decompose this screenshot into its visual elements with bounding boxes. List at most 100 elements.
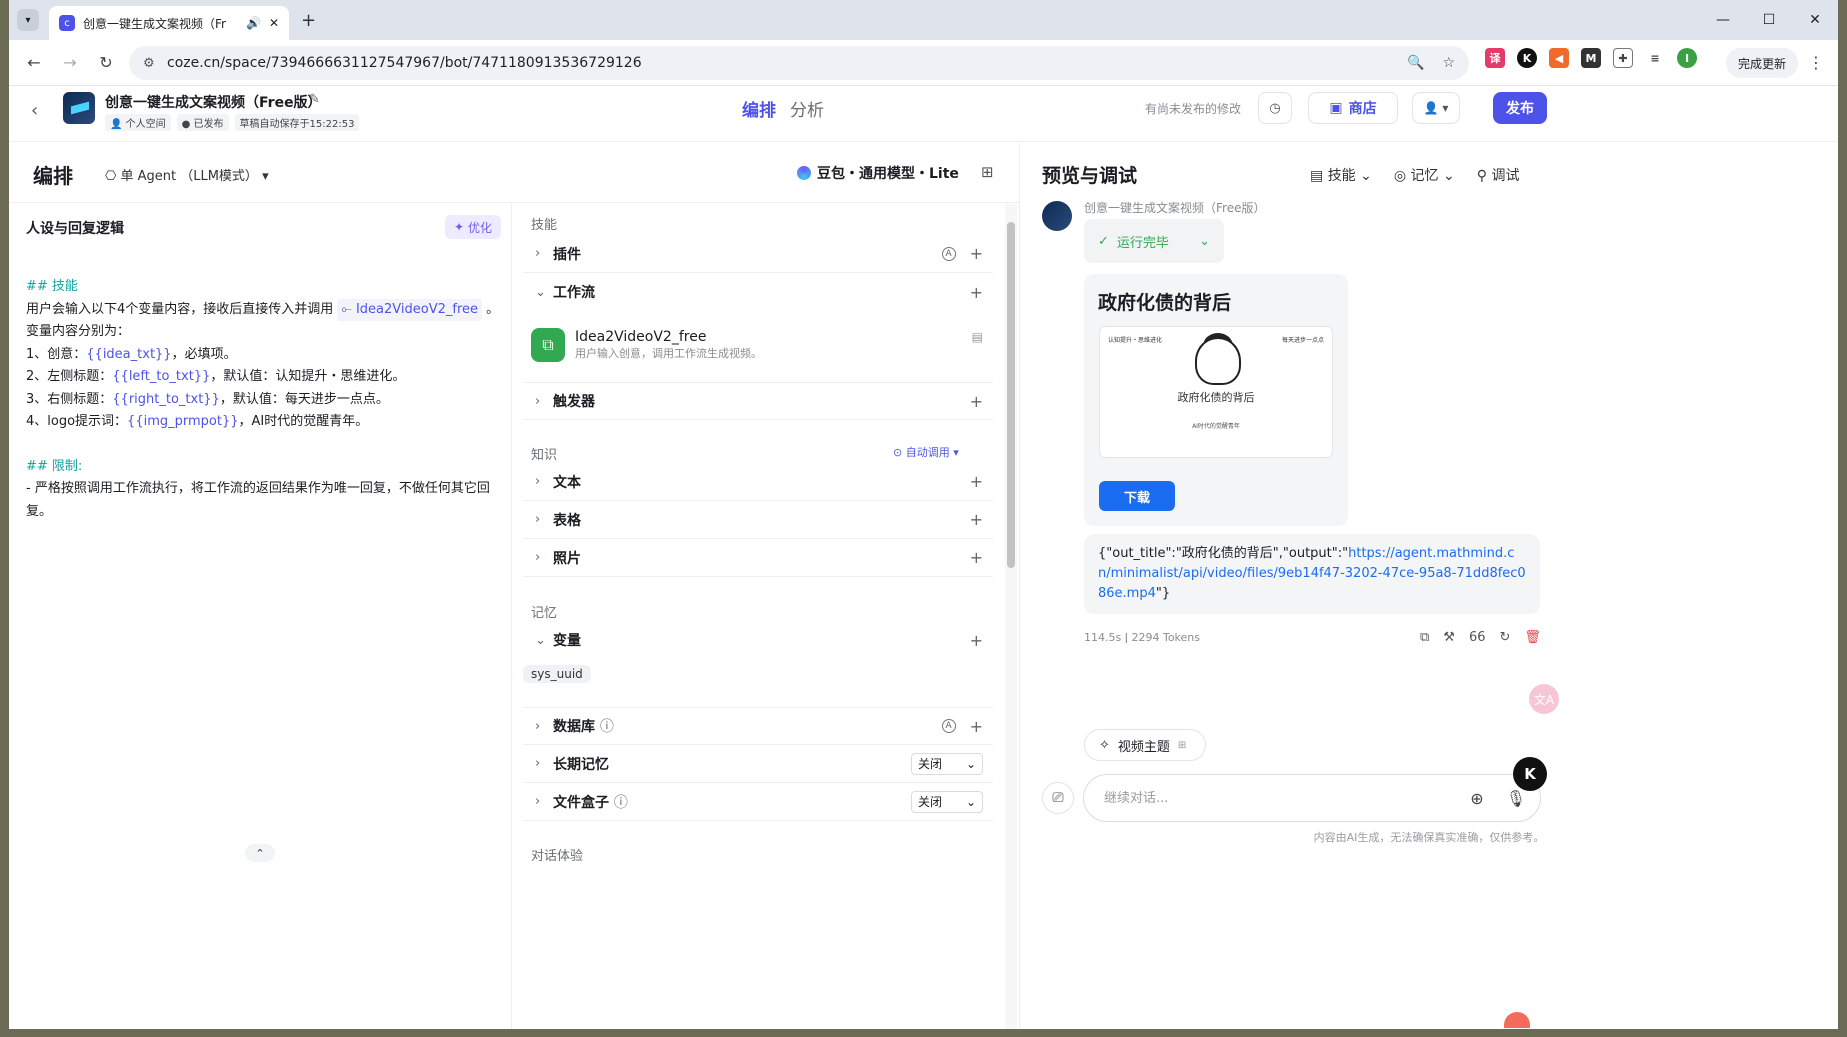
agent-mode-select[interactable]: ⎔ 单 Agent （LLM模式） ▾ — [105, 165, 269, 184]
memory-dropdown[interactable]: ◎ 记忆 ⌄ — [1394, 165, 1455, 185]
publish-button[interactable]: 发布 — [1493, 92, 1547, 124]
browser-tab[interactable]: c 创意一键生成文案视频（Fr 🔊 ✕ — [49, 6, 289, 40]
chevron-right-icon: › — [535, 794, 541, 809]
zoom-icon[interactable]: 🔍 — [1407, 55, 1424, 71]
video-thumbnail[interactable]: 认知提升・思维进化 每天进步一点点 政府化债的背后 AI时代的觉醒青年 — [1099, 326, 1333, 458]
database-row[interactable]: › 数据库 ⓘ A + — [523, 707, 993, 745]
grid-icon[interactable]: ⊞ — [981, 163, 994, 181]
long-memory-row[interactable]: › 长期记忆 关闭 ⌄ — [523, 745, 993, 783]
model-select[interactable]: 豆包・通用模型・Lite — [797, 163, 959, 183]
plugins-row[interactable]: › 插件 A + — [523, 235, 993, 273]
edit-icon[interactable]: ✎ — [309, 92, 320, 107]
reading-list-icon[interactable]: ≡ — [1645, 48, 1665, 68]
speaker-icon[interactable]: 🔊 — [246, 16, 261, 30]
tab-arrange[interactable]: 编排 — [742, 96, 776, 121]
chevron-right-icon: › — [535, 246, 541, 261]
regenerate-icon[interactable]: ↻ — [1500, 630, 1511, 645]
k-float-button[interactable]: K — [1513, 757, 1547, 791]
autosave-badge: 草稿自动保存于15:22:53 — [234, 114, 360, 131]
add-icon[interactable]: + — [970, 472, 983, 491]
reload-icon[interactable]: ↻ — [91, 48, 121, 78]
add-icon[interactable]: + — [970, 244, 983, 263]
add-icon[interactable]: + — [970, 510, 983, 529]
add-icon[interactable]: + — [970, 631, 983, 650]
quote-icon[interactable]: 66 — [1469, 630, 1486, 645]
bookmark-star-icon[interactable]: ☆ — [1442, 55, 1455, 71]
variables-row[interactable]: ⌄ 变量 + — [523, 621, 993, 659]
add-icon[interactable]: + — [970, 717, 983, 736]
skills-dropdown[interactable]: ▤ 技能 ⌄ — [1310, 165, 1372, 185]
close-window-button[interactable]: ✕ — [1792, 0, 1838, 40]
text-row[interactable]: › 文本 + — [523, 463, 993, 501]
chevron-down-icon: ⌄ — [1199, 233, 1210, 249]
section-memory: 记忆 — [531, 606, 558, 621]
minimize-button[interactable]: — — [1700, 0, 1746, 40]
tab-analyze[interactable]: 分析 — [790, 96, 824, 121]
extension-k-icon[interactable]: K — [1517, 48, 1537, 68]
filebox-select[interactable]: 关闭 ⌄ — [911, 790, 983, 813]
chevron-down-icon: ⌄ — [535, 632, 546, 648]
microphone-icon[interactable]: 🎙 — [1506, 789, 1526, 808]
optimize-button[interactable]: ✦ 优化 — [445, 215, 501, 239]
extension-megaphone-icon[interactable]: ◀ — [1549, 48, 1569, 68]
forward-icon[interactable]: → — [55, 48, 85, 78]
add-icon[interactable]: + — [970, 392, 983, 411]
workflow-row[interactable]: ⌄ 工作流 + — [523, 273, 993, 311]
tab-search-button[interactable]: ▾ — [17, 9, 39, 31]
video-topic-button[interactable]: ✧ 视频主题 ⊞ — [1084, 729, 1206, 761]
auto-icon[interactable]: A — [941, 719, 956, 733]
add-attachment-icon[interactable]: ⊕ — [1470, 789, 1483, 808]
new-tab-button[interactable]: + — [301, 10, 316, 31]
run-status[interactable]: ✓ 运行完毕 ⌄ — [1084, 219, 1224, 263]
history-icon[interactable]: ◷ — [1258, 92, 1292, 124]
debug-button[interactable]: ⚲ 调试 — [1477, 165, 1520, 185]
info-icon[interactable]: ⓘ — [600, 716, 614, 736]
maximize-button[interactable]: ☐ — [1746, 0, 1792, 40]
extensions-puzzle-icon[interactable]: ✚ — [1613, 48, 1633, 68]
table-row[interactable]: › 表格 + — [523, 501, 993, 539]
info-icon[interactable]: ⓘ — [614, 792, 628, 812]
delete-icon[interactable]: 🗑 — [1524, 630, 1541, 645]
browser-window: ▾ c 创意一键生成文案视频（Fr 🔊 ✕ + — ☐ ✕ ← → ↻ ⚙ co… — [9, 0, 1838, 1029]
extension-m-icon[interactable]: M — [1581, 48, 1601, 68]
filebox-row[interactable]: › 文件盒子 ⓘ 关闭 ⌄ — [523, 783, 993, 821]
photo-row[interactable]: › 照片 + — [523, 539, 993, 577]
sparkle-icon: ✧ — [1099, 737, 1110, 753]
auto-call-select[interactable]: ⊙ 自动调用 ▾ — [893, 444, 959, 460]
chat-input[interactable] — [1104, 790, 1444, 806]
url-text: coze.cn/space/7394666631127547967/bot/74… — [167, 55, 642, 71]
download-button[interactable]: 下载 — [1099, 481, 1175, 511]
site-info-icon[interactable]: ⚙ — [143, 56, 155, 71]
back-icon[interactable]: ← — [19, 48, 49, 78]
update-button[interactable]: 完成更新 — [1725, 48, 1798, 78]
back-arrow-icon[interactable]: ‹ — [31, 100, 38, 121]
chat-input-box[interactable]: ⊕🎙 — [1083, 774, 1541, 822]
persona-editor[interactable]: ## 技能 用户会输入以下4个变量内容，接收后直接传入并调用 ⟜ Idea2Vi… — [26, 276, 502, 523]
auto-icon[interactable]: A — [941, 246, 956, 261]
add-icon[interactable]: + — [970, 283, 983, 302]
video-card: 政府化债的背后 认知提升・思维进化 每天进步一点点 政府化债的背后 AI时代的觉… — [1084, 274, 1348, 526]
variable-chip: sys_uuid — [523, 665, 591, 683]
browser-menu-icon[interactable]: ⋮ — [1808, 53, 1824, 72]
store-button[interactable]: ▣ 商店 — [1308, 92, 1398, 124]
workflow-ref-chip[interactable]: ⟜ Idea2VideoV2_free — [337, 298, 483, 321]
chevron-down-icon: ⌄ — [535, 284, 546, 300]
disclaimer: 内容由AI生成，无法确保真实准确，仅供参考。 — [1313, 831, 1545, 844]
settings-icon[interactable]: ▤ — [972, 330, 983, 344]
workflow-card[interactable]: ⧉ Idea2VideoV2_free 用户输入创意，调用工作流生成视频。 ▤ — [523, 318, 993, 372]
user-menu[interactable]: 👤 ▾ — [1412, 92, 1460, 124]
skills-scrollbar[interactable] — [1005, 204, 1017, 1029]
extension-translate-icon[interactable]: 译 — [1485, 48, 1505, 68]
url-input[interactable]: ⚙ coze.cn/space/7394666631127547967/bot/… — [129, 46, 1469, 80]
close-tab-icon[interactable]: ✕ — [269, 16, 279, 30]
add-icon[interactable]: + — [970, 548, 983, 567]
long-memory-select[interactable]: 关闭 ⌄ — [911, 752, 983, 775]
copy-icon[interactable]: ⧉ — [1420, 630, 1429, 645]
clear-chat-icon[interactable]: ⎚ — [1042, 782, 1074, 814]
profile-avatar-icon[interactable]: I — [1677, 48, 1697, 68]
translate-float-icon[interactable]: 文A — [1529, 684, 1559, 714]
debug-icon[interactable]: ⚒ — [1443, 630, 1455, 645]
collapse-button[interactable]: ⌃ — [245, 844, 275, 862]
trigger-row[interactable]: › 触发器 + — [523, 382, 993, 420]
app-header: ‹ 创意一键生成文案视频（Free版） ✎ 👤 个人空间 ● 已发布 草稿自动保… — [9, 86, 1838, 142]
